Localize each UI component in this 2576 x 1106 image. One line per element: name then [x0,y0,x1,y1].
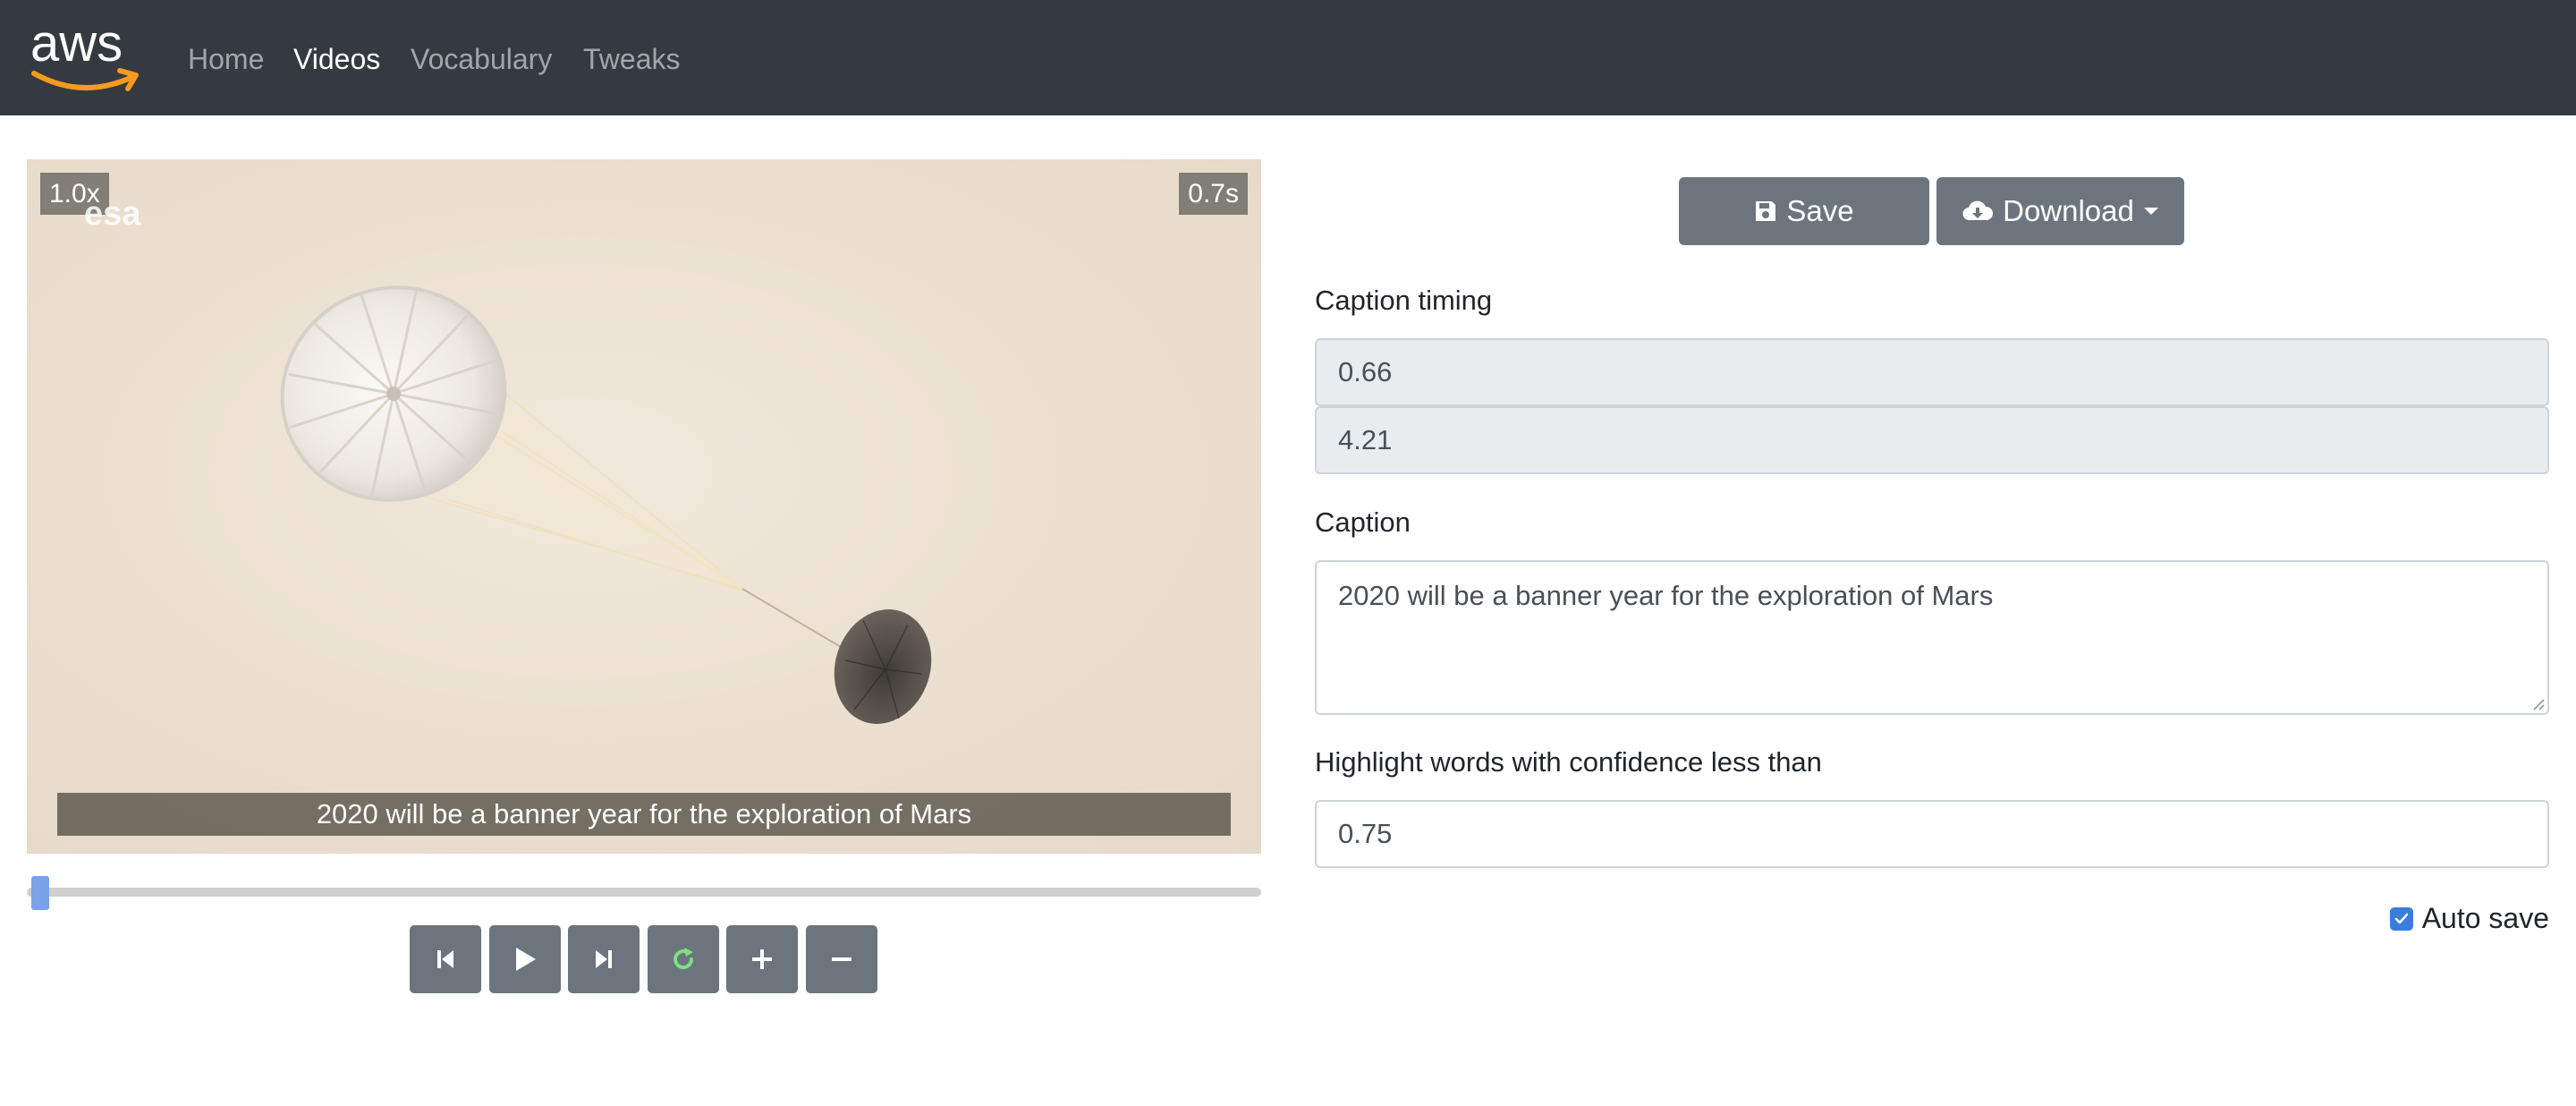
video-player[interactable]: 1.0x 0.7s esa 2020 will be a banner year… [27,159,1261,854]
chevron-down-icon [2143,208,2158,215]
nav-videos[interactable]: Videos [293,39,380,79]
caption-label: Caption [1315,506,1411,538]
replay-button[interactable] [648,925,719,993]
aws-logo-text: aws [30,14,123,72]
time-badge: 0.7s [1179,173,1248,215]
play-button[interactable] [489,925,561,993]
skip-forward-icon [596,950,612,968]
speed-up-button[interactable] [726,925,798,993]
speed-down-button[interactable] [806,925,877,993]
start-time-field[interactable]: 0.66 [1315,338,2549,406]
video-frame [280,285,932,724]
save-icon [1756,201,1776,221]
autosave-checkbox[interactable] [2389,906,2413,931]
plus-icon [752,949,772,969]
resize-handle-icon[interactable] [2530,696,2545,710]
confidence-input[interactable]: 0.75 [1315,800,2549,868]
nav-tweaks[interactable]: Tweaks [583,39,680,79]
confidence-label: Highlight words with confidence less tha… [1315,746,1822,778]
caption-textarea[interactable]: 2020 will be a banner year for the explo… [1315,560,2549,715]
previous-button[interactable] [410,925,481,993]
save-label: Save [1786,194,1854,227]
autosave-toggle[interactable]: Auto save [2389,902,2549,935]
save-button[interactable]: Save [1679,177,1929,245]
next-button[interactable] [568,925,640,993]
replay-icon [674,948,694,970]
end-time-field[interactable]: 4.21 [1315,406,2549,474]
minus-icon [832,957,852,961]
download-label: Download [2003,194,2134,227]
seek-bar[interactable] [27,888,1261,897]
navbar: aws Home Videos Vocabulary Tweaks [0,0,2576,115]
cloud-download-icon [1962,200,1994,221]
nav-home[interactable]: Home [188,39,264,79]
download-button[interactable]: Download [1936,177,2184,245]
aws-logo[interactable]: aws [27,14,148,95]
skip-back-icon [437,950,453,968]
caption-timing-label: Caption timing [1315,285,1493,316]
caption-text: 2020 will be a banner year for the explo… [1338,580,1994,611]
play-icon [516,948,536,971]
seek-handle[interactable] [31,876,49,910]
video-subtitle: 2020 will be a banner year for the explo… [57,793,1231,836]
autosave-label: Auto save [2421,902,2549,934]
nav-vocabulary[interactable]: Vocabulary [411,39,552,79]
checkmark-icon [2394,913,2408,923]
esa-watermark: esa [84,195,141,233]
